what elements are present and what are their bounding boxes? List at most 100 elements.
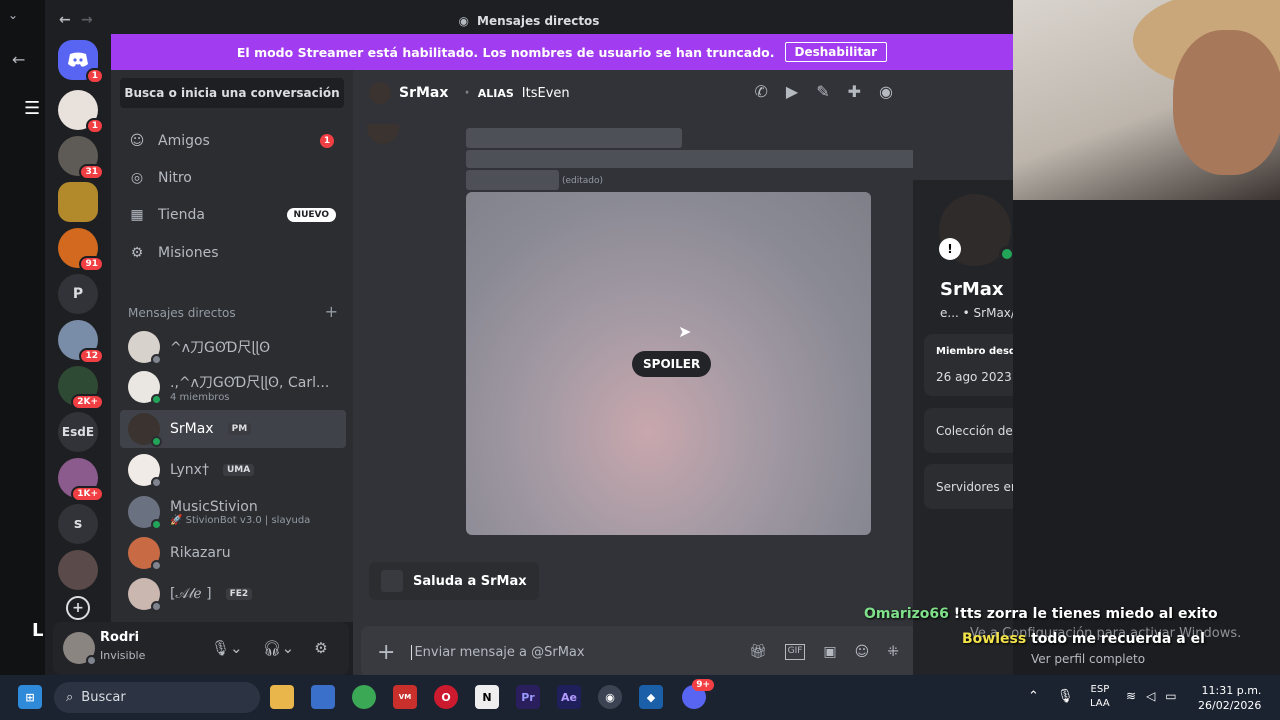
server-icon[interactable]: 12 — [58, 320, 104, 364]
add-friend-icon[interactable]: ✚ — [848, 82, 861, 101]
profile-panel: ! SrMax e... • SrMax/EvenStyle PM ◆ ✹ ⬡ … — [913, 70, 1013, 675]
obs-icon[interactable]: ◉ — [598, 685, 622, 709]
outer-letter: L — [32, 620, 44, 641]
server-icon[interactable]: s — [58, 504, 98, 544]
status-dot — [86, 655, 97, 666]
chevron-down-icon[interactable]: ⌄ — [8, 8, 18, 22]
file-explorer-icon[interactable] — [270, 685, 294, 709]
gif-icon[interactable]: GIF — [784, 644, 806, 660]
nav-back-button[interactable]: ← — [59, 12, 71, 28]
system-tray: ⌃ 🎙︎ — [1028, 689, 1073, 704]
server-icon[interactable]: EsdE — [58, 412, 98, 452]
volume-icon[interactable]: ◁ — [1146, 689, 1155, 703]
server-icon[interactable] — [58, 550, 98, 590]
server-badge: 1 — [85, 118, 104, 134]
user-avatar[interactable] — [63, 632, 97, 666]
server-icon[interactable]: P — [58, 274, 98, 314]
notion-icon[interactable]: N — [475, 685, 499, 709]
status-dot — [151, 477, 162, 488]
nav-forward-button[interactable]: → — [81, 12, 93, 28]
battery-icon[interactable]: ▭ — [1165, 689, 1176, 703]
nav-nitro[interactable]: ◎ Nitro — [120, 161, 344, 195]
user-profile-icon[interactable]: ◉ — [879, 82, 893, 101]
server-icon[interactable]: 1K+ — [58, 458, 104, 502]
dm-item[interactable]: MusicStivion 🚀 StivionBot v3.0 | slayuda — [120, 493, 346, 531]
headphones-icon[interactable]: 🎧︎⌄ — [263, 639, 295, 657]
avatar — [128, 496, 162, 530]
message-input[interactable]: Enviar mensaje a @SrMax — [411, 644, 732, 660]
find-conversation-button[interactable]: Busca o inicia una conversación — [120, 78, 344, 108]
add-server-button[interactable]: + — [66, 596, 90, 620]
language-indicator[interactable]: ESP LAA — [1090, 683, 1110, 711]
video-call-icon[interactable]: ▶ — [786, 82, 798, 101]
edited-label: (editado) — [562, 176, 604, 186]
voicemeeter-icon[interactable]: VM — [393, 685, 417, 709]
disable-streamer-button[interactable]: Deshabilitar — [784, 42, 888, 62]
dm-item[interactable]: ^ʌ刀GʘƊ尺ɭɭʘ — [120, 328, 346, 366]
sticker-icon[interactable]: ▣ — [823, 644, 836, 660]
mutual-servers-card[interactable]: Servidores en común — 1 › — [924, 464, 1013, 509]
dm-item-selected[interactable]: SrMax PM — [120, 410, 346, 448]
chat-text: !tts zorra le tienes miedo al exito — [953, 606, 1218, 622]
premiere-icon[interactable]: Pr — [516, 685, 540, 709]
gift-icon[interactable]: 🎁︎ — [749, 644, 767, 660]
voice-call-icon[interactable]: ✆ — [755, 82, 768, 101]
start-windows-icon[interactable]: ⊞ — [18, 685, 42, 709]
avatar — [128, 413, 162, 447]
tray-mic-icon[interactable]: 🎙︎ — [1057, 689, 1074, 704]
apps-icon[interactable]: ⁜ — [887, 644, 899, 660]
pin-icon[interactable]: ✎ — [816, 82, 829, 101]
friends-icon: ☺ — [129, 133, 145, 149]
wave-button[interactable]: Saluda a SrMax — [369, 562, 539, 600]
opera-icon[interactable]: O — [434, 685, 458, 709]
avatar — [128, 331, 162, 365]
server-icon[interactable] — [58, 182, 98, 222]
dm-item[interactable]: .,^ʌ刀GʘƊ尺ɭɭʘ, Carl... 4 miembros — [120, 368, 346, 406]
app-icon[interactable]: ◆ — [639, 685, 663, 709]
profile-handle: e... • SrMax/EvenStyle — [940, 306, 1013, 320]
webcam-overlay — [1013, 0, 1280, 200]
redacted-text — [466, 170, 559, 190]
dm-item[interactable]: [𝒜𝓁ℯ ] FE2 — [120, 575, 346, 613]
nav-label: Nitro — [158, 170, 192, 186]
discord-taskbar-icon[interactable]: 9+ — [682, 679, 714, 709]
dm-name: Rikazaru — [170, 545, 231, 561]
back-arrow-icon[interactable]: ← — [12, 50, 25, 69]
clock[interactable]: 11:31 p.m. 26/02/2026 — [1198, 683, 1261, 713]
chat-user: Bowless — [962, 631, 1027, 647]
server-icon[interactable]: 1 — [58, 90, 104, 134]
search-icon: ⌕ — [66, 690, 74, 705]
wifi-icon[interactable]: ≋ — [1126, 689, 1136, 703]
microphone-icon[interactable]: 🎙︎⌄ — [211, 639, 243, 657]
nav-shop[interactable]: ▦ Tienda NUEVO — [120, 198, 344, 232]
shop-icon: ▦ — [130, 207, 144, 223]
store-icon[interactable] — [311, 685, 335, 709]
nav-label: Amigos — [158, 133, 210, 149]
server-icon[interactable]: 2K+ — [58, 366, 104, 410]
dm-name: SrMax — [170, 421, 214, 437]
server-icon[interactable]: 31 — [58, 136, 104, 180]
full-profile-link[interactable]: Ver perfil completo — [1031, 652, 1145, 666]
nav-friends[interactable]: ☺ Amigos 1 — [120, 124, 344, 158]
attach-plus-icon[interactable]: + — [377, 640, 395, 665]
dm-name: MusicStivion — [170, 498, 258, 515]
game-collection-card[interactable]: Colección de juegos +6 — [924, 408, 1013, 453]
tray-chevron-up-icon[interactable]: ⌃ — [1028, 689, 1039, 704]
user-panel: Rodri Invisible 🎙︎⌄ 🎧︎⌄ ⚙ — [53, 622, 349, 675]
nav-quests[interactable]: ⚙ Misiones — [120, 236, 344, 270]
status-dot — [151, 601, 162, 612]
spoiler-image[interactable]: SPOILER ➤ — [466, 192, 871, 535]
home-discord-icon[interactable]: 1 — [58, 40, 104, 84]
chrome-icon[interactable] — [352, 685, 376, 709]
settings-gear-icon[interactable]: ⚙ — [314, 639, 327, 657]
create-dm-button[interactable]: + — [325, 304, 338, 320]
server-icon[interactable]: 91 — [58, 228, 104, 272]
user-status: Invisible — [100, 649, 146, 662]
emoji-icon[interactable]: ☺ — [855, 644, 870, 660]
dm-item[interactable]: Lynx† UMA — [120, 451, 346, 489]
dm-item[interactable]: Rikazaru — [120, 534, 346, 572]
hamburger-menu-icon[interactable]: ☰ — [24, 98, 40, 119]
taskbar-search[interactable]: ⌕ Buscar — [54, 682, 260, 713]
after-effects-icon[interactable]: Ae — [557, 685, 581, 709]
streamer-mode-banner: El modo Streamer está habilitado. Los no… — [111, 34, 1013, 70]
